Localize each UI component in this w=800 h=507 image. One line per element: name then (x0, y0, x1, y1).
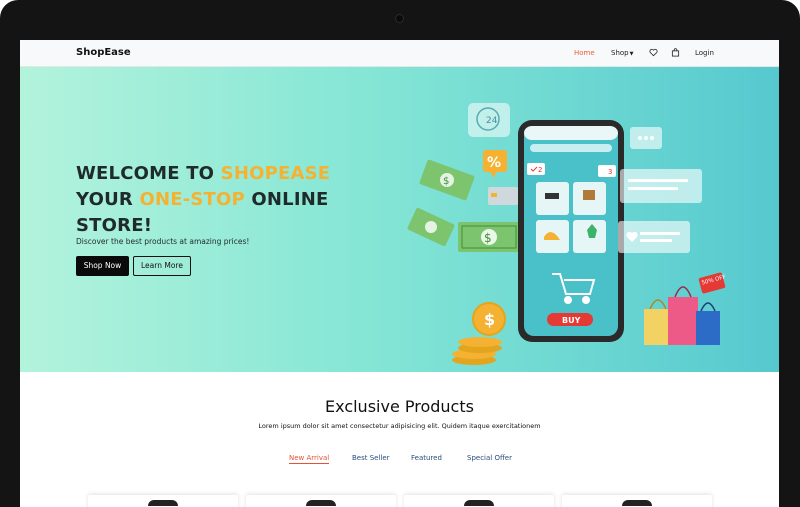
money-bill-icon: $ (419, 159, 475, 201)
chat-bubble-icon (620, 169, 702, 203)
gold-coins-icon: $ (452, 302, 506, 365)
svg-text:$: $ (484, 310, 495, 329)
browser-viewport: ShopEase Home Shop▼ Login WELCOME TO SHO… (20, 40, 779, 507)
notif-count: 3 (608, 168, 612, 176)
webcam-dot (396, 15, 403, 22)
phone-24h-icon: 24 (468, 103, 510, 137)
svg-text:$: $ (484, 231, 492, 245)
shopping-bags-icon: 50% OFF (644, 272, 726, 345)
chat-bubble-icon (630, 127, 662, 149)
call-badge-text: 24 (486, 116, 498, 126)
tab-special-offer[interactable]: Special Offer (467, 454, 512, 462)
navbar: ShopEase Home Shop▼ Login (20, 40, 779, 67)
product-image (148, 500, 178, 506)
caret-down-icon: ▼ (629, 51, 634, 57)
hero-illustration: 24 % $ $ $ BUY 2 3 50% OFF (407, 103, 726, 365)
product-card[interactable] (246, 495, 396, 507)
product-card[interactable] (88, 495, 238, 507)
nav-login[interactable]: Login (695, 49, 714, 57)
product-image (464, 500, 494, 506)
nav-home[interactable]: Home (574, 49, 595, 57)
hero-subtitle: Discover the best products at amazing pr… (76, 237, 250, 246)
shop-now-button[interactable]: Shop Now (76, 256, 129, 276)
money-bill-icon (407, 207, 455, 247)
bag-icon[interactable] (671, 48, 680, 57)
product-image (306, 500, 336, 506)
tab-best-seller[interactable]: Best Seller (352, 454, 390, 462)
brand-logo[interactable]: ShopEase (76, 47, 131, 58)
product-card[interactable] (562, 495, 712, 507)
chat-bubble-icon (618, 221, 690, 253)
laptop-frame: ShopEase Home Shop▼ Login WELCOME TO SHO… (0, 0, 800, 507)
hero-title-highlight: SHOPEASE (220, 163, 331, 184)
nav-shop-label: Shop (611, 49, 629, 57)
svg-text:$: $ (443, 176, 449, 187)
smartphone-mockup: BUY (518, 120, 624, 342)
percent-bubble-icon: % (483, 150, 507, 178)
nav-shop-dropdown[interactable]: Shop▼ (611, 49, 633, 57)
hero-title-highlight: ONE-STOP (139, 189, 245, 210)
product-image (622, 500, 652, 506)
hero-title-part: ONLINE (244, 189, 329, 210)
learn-more-button[interactable]: Learn More (133, 256, 191, 276)
section-subtitle: Lorem ipsum dolor sit amet consectetur a… (258, 422, 541, 430)
hero-title-part: YOUR (76, 189, 140, 210)
tab-featured[interactable]: Featured (411, 454, 442, 462)
section-title: Exclusive Products (325, 397, 474, 416)
money-bill-icon: $ (458, 222, 520, 252)
percent-text: % (487, 155, 501, 171)
tab-new-arrival[interactable]: New Arrival (289, 454, 330, 464)
product-card[interactable] (404, 495, 554, 507)
heart-icon[interactable] (649, 48, 658, 57)
notification-badge-icon: 2 (527, 163, 545, 175)
hero-banner: WELCOME TO SHOPEASE YOUR ONE-STOP ONLINE… (20, 67, 779, 372)
notif-count: 2 (538, 166, 542, 174)
hero-title-part: WELCOME TO (76, 163, 221, 184)
buy-label: BUY (562, 316, 581, 325)
notification-badge-icon: 3 (598, 165, 616, 177)
hero-title-part: STORE! (76, 215, 153, 236)
hero-title: WELCOME TO SHOPEASE YOUR ONE-STOP ONLINE… (76, 161, 376, 239)
